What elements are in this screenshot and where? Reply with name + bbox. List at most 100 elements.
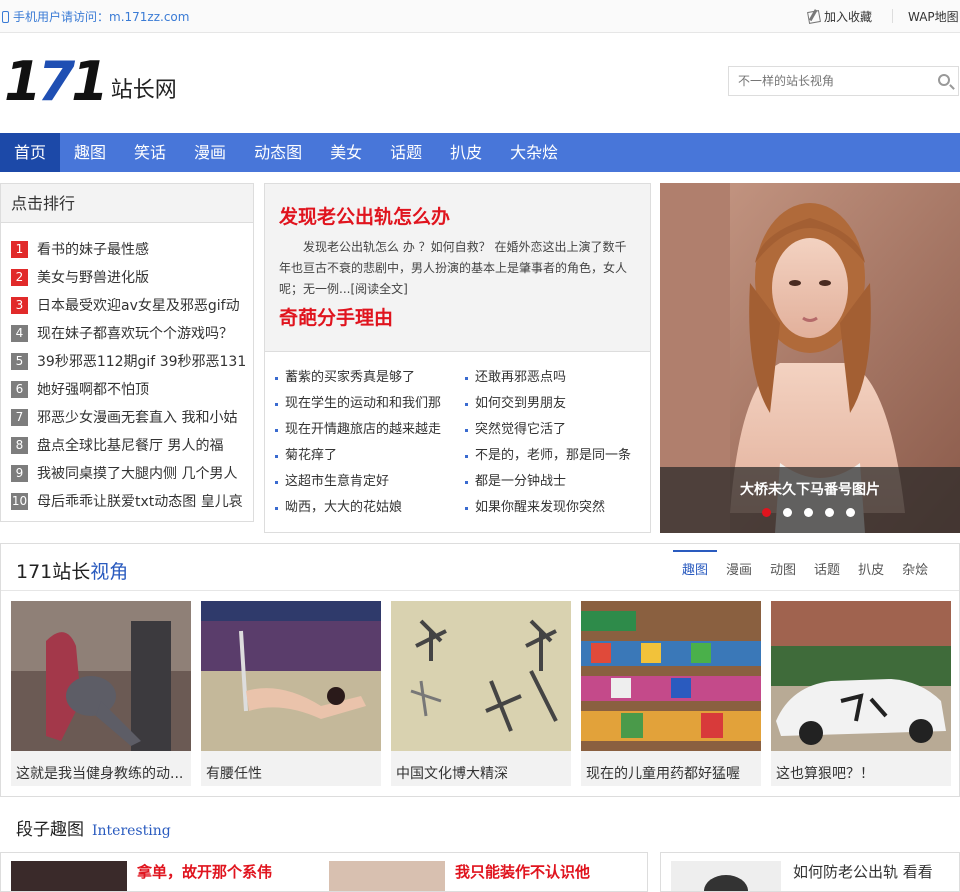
tab-topics[interactable]: 话题: [805, 552, 849, 590]
tab-expose[interactable]: 扒皮: [849, 552, 893, 590]
search-input[interactable]: [729, 67, 928, 95]
mobile-link[interactable]: 手机用户请访问：m.171zz.com: [2, 8, 189, 25]
rank-number: 6: [11, 380, 28, 398]
rank-link[interactable]: 邪恶少女漫画无套直入 我和小姑: [37, 407, 237, 427]
headline-summary: 发现老公出轨怎么 办 ？如何自救？ 在婚外恋这出上演了数千年也亘古不衰的悲剧中，…: [279, 240, 628, 296]
view-section: 171站长视角 趣图 漫画 动图 话题 扒皮 杂烩 这就是我当健身教练的动...: [0, 543, 960, 797]
headline-2[interactable]: 奇葩分手理由: [279, 304, 636, 332]
rank-link[interactable]: 看书的妹子最性感: [37, 239, 149, 259]
article-link[interactable]: 现在开情趣旅店的越来越走: [275, 417, 465, 443]
tab-misc[interactable]: 杂烩: [893, 552, 937, 590]
ranking-title: 点击排行: [1, 184, 253, 223]
search-icon[interactable]: [938, 74, 950, 86]
add-favorite-link[interactable]: 加入收藏: [807, 8, 873, 25]
slider-dot[interactable]: [825, 508, 834, 517]
rank-link[interactable]: 现在妹子都喜欢玩个个游戏吗？: [37, 323, 233, 343]
rank-link[interactable]: 盘点全球比基尼餐厅 男人的福: [37, 435, 223, 455]
list-item[interactable]: 7 邪恶少女漫画无套直入 我和小姑: [11, 403, 253, 431]
article-link[interactable]: 都是一分钟战士: [465, 469, 645, 495]
article-link[interactable]: 蓄紫的买家秀真是够了: [275, 365, 465, 391]
rank-number: 5: [11, 352, 28, 370]
tab-comics[interactable]: 漫画: [717, 552, 761, 590]
rank-link[interactable]: 我被同桌摸了大腿内侧 几个男人: [37, 463, 237, 483]
nav-item-fun-pics[interactable]: 趣图: [60, 133, 120, 172]
picture-card[interactable]: 这也算狠吧？！: [771, 601, 951, 786]
slider-dot[interactable]: [762, 508, 771, 517]
card-image: [581, 601, 761, 751]
slider-dots: [762, 508, 855, 517]
nav-item-topics[interactable]: 话题: [376, 133, 436, 172]
add-favorite-label: 加入收藏: [824, 10, 873, 24]
ranking-list: 1 看书的妹子最性感 2 美女与野兽进化版 3 日本最受欢迎av女星及邪恶gif动 4…: [11, 235, 253, 515]
image-slider[interactable]: 大桥未久下马番号图片: [660, 183, 960, 533]
headline-1[interactable]: 发现老公出轨怎么办: [279, 184, 636, 231]
slider-dot[interactable]: [804, 508, 813, 517]
rank-number: 4: [11, 324, 28, 342]
rank-number: 1: [11, 240, 28, 258]
article-link[interactable]: 如何交到男朋友: [465, 391, 645, 417]
top-bar: 手机用户请访问：m.171zz.com 加入收藏 WAP地图: [0, 0, 960, 33]
phone-icon: [2, 10, 9, 23]
list-item[interactable]: 4 现在妹子都喜欢玩个个游戏吗？: [11, 319, 253, 347]
rank-number: 9: [11, 464, 28, 482]
list-item[interactable]: 5 39秒邪恶112期gif 39秒邪恶131: [11, 347, 253, 375]
tab-gifs[interactable]: 动图: [761, 552, 805, 590]
article-link[interactable]: 不是的，老师，那是同一条: [465, 443, 645, 469]
tab-fun-pics[interactable]: 趣图: [673, 550, 718, 590]
search-box: [728, 66, 959, 96]
list-item[interactable]: 6 她好强啊都不怕顶: [11, 375, 253, 403]
list-item[interactable]: 3 日本最受欢迎av女星及邪恶gif动: [11, 291, 253, 319]
rank-number: 10: [11, 492, 28, 510]
section-tabs: 趣图 漫画 动图 话题 扒皮 杂烩: [673, 550, 937, 590]
rank-link[interactable]: 日本最受欢迎av女星及邪恶gif动: [37, 295, 240, 315]
nav-item-misc[interactable]: 大杂烩: [496, 133, 572, 172]
article-link[interactable]: 菊花痒了: [275, 443, 465, 469]
nav-item-home[interactable]: 首页: [0, 133, 61, 172]
section-title: 171站长视角: [16, 557, 128, 584]
nav-item-beauty[interactable]: 美女: [316, 133, 376, 172]
wap-map-link[interactable]: WAP地图: [908, 8, 959, 25]
nav-item-gifs[interactable]: 动态图: [240, 133, 316, 172]
joke-box: 拿单，故开那个系伟 我只能装作不认识他: [0, 852, 648, 892]
slider-dot[interactable]: [846, 508, 855, 517]
article-link[interactable]: 如果你醒来发现你突然: [465, 495, 645, 521]
joke-link[interactable]: 我只能装作不认识他: [455, 861, 590, 882]
rank-number: 8: [11, 436, 28, 454]
main-nav: 首页 趣图 笑话 漫画 动态图 美女 话题 扒皮 大杂烩: [0, 133, 960, 172]
joke-section-title: 段子趣图 Interesting: [16, 815, 171, 840]
article-link[interactable]: 突然觉得它活了: [465, 417, 645, 443]
picture-card[interactable]: 有腰任性: [201, 601, 381, 786]
nav-item-jokes[interactable]: 笑话: [120, 133, 180, 172]
picture-card[interactable]: 这就是我当健身教练的动...: [11, 601, 191, 786]
featured-top: 发现老公出轨怎么办 发现老公出轨怎么 办 ？如何自救？ 在婚外恋这出上演了数千年…: [265, 184, 650, 352]
article-link[interactable]: 这超市生意肯定好: [275, 469, 465, 495]
list-item[interactable]: 9 我被同桌摸了大腿内侧 几个男人: [11, 459, 253, 487]
joke-link[interactable]: 如何防老公出轨 看看: [793, 861, 933, 882]
rank-link[interactable]: 美女与野兽进化版: [37, 267, 149, 287]
list-item[interactable]: 2 美女与野兽进化版: [11, 263, 253, 291]
rank-link[interactable]: 她好强啊都不怕顶: [37, 379, 149, 399]
joke-link[interactable]: 拿单，故开那个系伟: [137, 861, 272, 882]
list-item[interactable]: 1 看书的妹子最性感: [11, 235, 253, 263]
nav-item-comics[interactable]: 漫画: [180, 133, 240, 172]
article-link[interactable]: 呦西，大大的花姑娘: [275, 495, 465, 521]
rank-link[interactable]: 39秒邪恶112期gif 39秒邪恶131: [37, 351, 246, 371]
card-caption: 这就是我当健身教练的动...: [16, 766, 184, 782]
picture-card[interactable]: 中国文化博大精深: [391, 601, 571, 786]
bookmark-icon: [807, 9, 821, 24]
click-ranking: 点击排行 1 看书的妹子最性感 2 美女与野兽进化版 3 日本最受欢迎av女星及邪恶g…: [0, 183, 254, 522]
card-caption: 这也算狠吧？！: [776, 766, 874, 782]
article-link[interactable]: 现在学生的运动和和我们那: [275, 391, 465, 417]
nav-item-expose[interactable]: 扒皮: [436, 133, 496, 172]
card-caption: 中国文化博大精深: [396, 766, 508, 782]
picture-cards: 这就是我当健身教练的动... 有腰任性 中国文化博大精深 现在的儿童用药都好猛喔…: [11, 601, 951, 786]
joke-title-text: 段子趣图: [16, 820, 84, 840]
picture-card[interactable]: 现在的儿童用药都好猛喔: [581, 601, 761, 786]
list-item[interactable]: 10 母后乖乖让朕爱txt动态图 皇儿哀: [11, 487, 253, 515]
slider-dot[interactable]: [783, 508, 792, 517]
article-link[interactable]: 还敢再邪恶点吗: [465, 365, 645, 391]
slide-caption[interactable]: 大桥未久下马番号图片: [660, 467, 960, 513]
rank-link[interactable]: 母后乖乖让朕爱txt动态图 皇儿哀: [37, 491, 243, 511]
site-logo[interactable]: 171 站长网: [4, 55, 177, 109]
list-item[interactable]: 8 盘点全球比基尼餐厅 男人的福: [11, 431, 253, 459]
